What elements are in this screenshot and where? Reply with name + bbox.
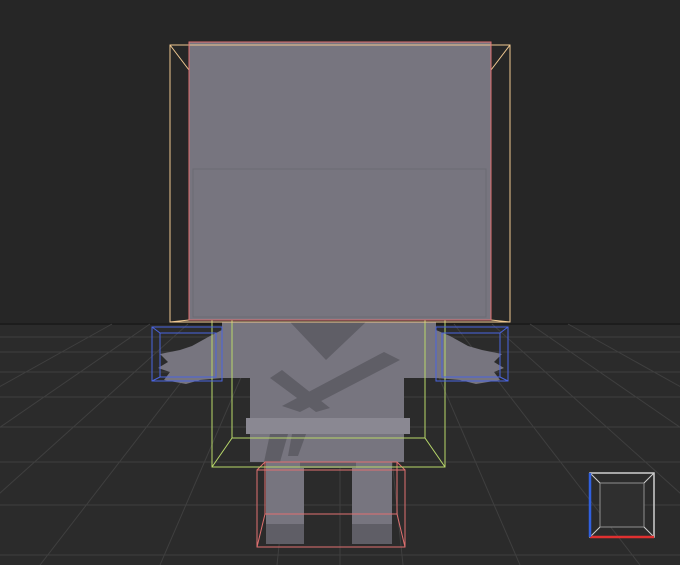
- left-foot: [266, 524, 304, 544]
- view-cube-icon[interactable]: [588, 472, 655, 539]
- 3d-viewport[interactable]: [0, 0, 680, 565]
- torso[interactable]: [222, 322, 436, 462]
- view-cube-back-face: [599, 482, 645, 528]
- right-foot: [352, 524, 392, 544]
- head-cube[interactable]: [189, 42, 491, 320]
- head[interactable]: [189, 42, 491, 320]
- belt: [246, 418, 410, 434]
